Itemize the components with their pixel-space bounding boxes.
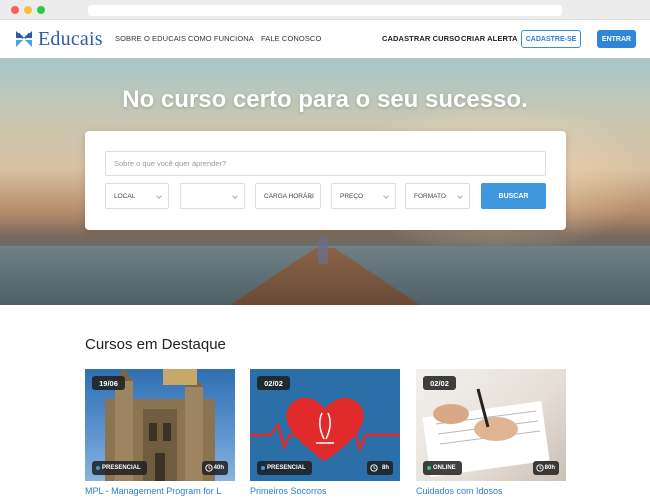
search-card: Sobre o que você quer aprender? LOCAL CA…	[85, 131, 566, 230]
featured-section-title: Cursos em Destaque	[85, 336, 226, 353]
course-title-link[interactable]: Cuidados com Idosos	[416, 486, 566, 496]
course-hours-badge: 40h	[202, 461, 228, 475]
search-button[interactable]: BUSCAR	[481, 183, 546, 209]
course-mode-label: ONLINE	[433, 465, 456, 471]
course-mode-label: PRESENCIAL	[267, 465, 306, 471]
course-card[interactable]: 02/02 PRESENCIAL 8h Primeiros Socorros	[250, 369, 400, 500]
carga-horaria-select[interactable]: CARGA HORÁRI	[255, 183, 321, 209]
hero-person	[318, 236, 328, 264]
course-hours-label: 80h	[544, 465, 555, 471]
course-card[interactable]: 02/02 ONLINE 80h Cuidados com Idosos	[416, 369, 566, 500]
local-select-label: LOCAL	[114, 192, 136, 200]
course-thumbnail[interactable]: 02/02 PRESENCIAL 8h	[250, 369, 400, 481]
preco-select[interactable]: PREÇO	[331, 183, 396, 209]
close-window-dot[interactable]	[11, 6, 19, 14]
course-date-badge: 19/06	[92, 376, 125, 390]
status-dot-icon	[427, 466, 431, 470]
browser-chrome	[0, 0, 650, 20]
course-mode-badge: ONLINE	[423, 461, 462, 475]
minimize-window-dot[interactable]	[24, 6, 32, 14]
local-select[interactable]: LOCAL	[105, 183, 169, 209]
course-hours-badge: 80h	[533, 461, 559, 475]
status-dot-icon	[96, 466, 100, 470]
course-date-badge: 02/02	[257, 376, 290, 390]
hero-title: No curso certo para o seu sucesso.	[122, 86, 528, 113]
course-title-link[interactable]: Primeiros Socorros	[250, 486, 400, 496]
formato-label: FORMATO	[414, 192, 446, 200]
secondary-location-select[interactable]	[180, 183, 245, 209]
chevron-down-icon	[232, 193, 238, 199]
chevron-down-icon	[457, 193, 463, 199]
address-bar[interactable]	[88, 5, 562, 16]
course-hours-label: 8h	[381, 465, 389, 471]
clock-icon	[205, 464, 213, 472]
course-mode-badge: PRESENCIAL	[92, 461, 147, 475]
chevron-down-icon	[156, 193, 162, 199]
nav-link-como-funciona[interactable]: COMO FUNCIONA	[188, 34, 254, 43]
chevron-down-icon	[383, 193, 389, 199]
nav-link-cadastrar-curso[interactable]: CADASTRAR CURSO	[382, 34, 460, 43]
course-thumbnail[interactable]: 19/06 PRESENCIAL 40h	[85, 369, 235, 481]
formato-select[interactable]: FORMATO	[405, 183, 470, 209]
clock-icon	[536, 464, 544, 472]
login-button[interactable]: ENTRAR	[597, 30, 636, 48]
carga-horaria-label: CARGA HORÁRI	[264, 192, 314, 200]
search-input[interactable]: Sobre o que você quer aprender?	[105, 151, 546, 176]
clock-icon	[370, 464, 378, 472]
nav-link-criar-alerta[interactable]: CRIAR ALERTA	[461, 34, 518, 43]
logo[interactable]: Educais	[14, 28, 103, 50]
course-card[interactable]: 19/06 PRESENCIAL 40h MPL - Management Pr…	[85, 369, 235, 500]
preco-label: PREÇO	[340, 192, 364, 200]
course-thumbnail[interactable]: 02/02 ONLINE 80h	[416, 369, 566, 481]
maximize-window-dot[interactable]	[37, 6, 45, 14]
status-dot-icon	[261, 466, 265, 470]
course-hours-label: 40h	[213, 465, 224, 471]
course-date-badge: 02/02	[423, 376, 456, 390]
course-title-link[interactable]: MPL - Management Program for L	[85, 486, 235, 496]
nav-link-fale-conosco[interactable]: FALE CONOSCO	[261, 34, 321, 43]
educais-logo-icon	[16, 31, 32, 47]
course-hours-badge: 8h	[367, 461, 393, 475]
brand-name: Educais	[38, 27, 103, 50]
signup-button[interactable]: CADASTRE-SE	[521, 30, 581, 48]
top-navbar: Educais SOBRE O EDUCAIS COMO FUNCIONA FA…	[0, 20, 650, 58]
course-mode-badge: PRESENCIAL	[257, 461, 312, 475]
nav-link-sobre[interactable]: SOBRE O EDUCAIS	[115, 34, 186, 43]
course-mode-label: PRESENCIAL	[102, 465, 141, 471]
